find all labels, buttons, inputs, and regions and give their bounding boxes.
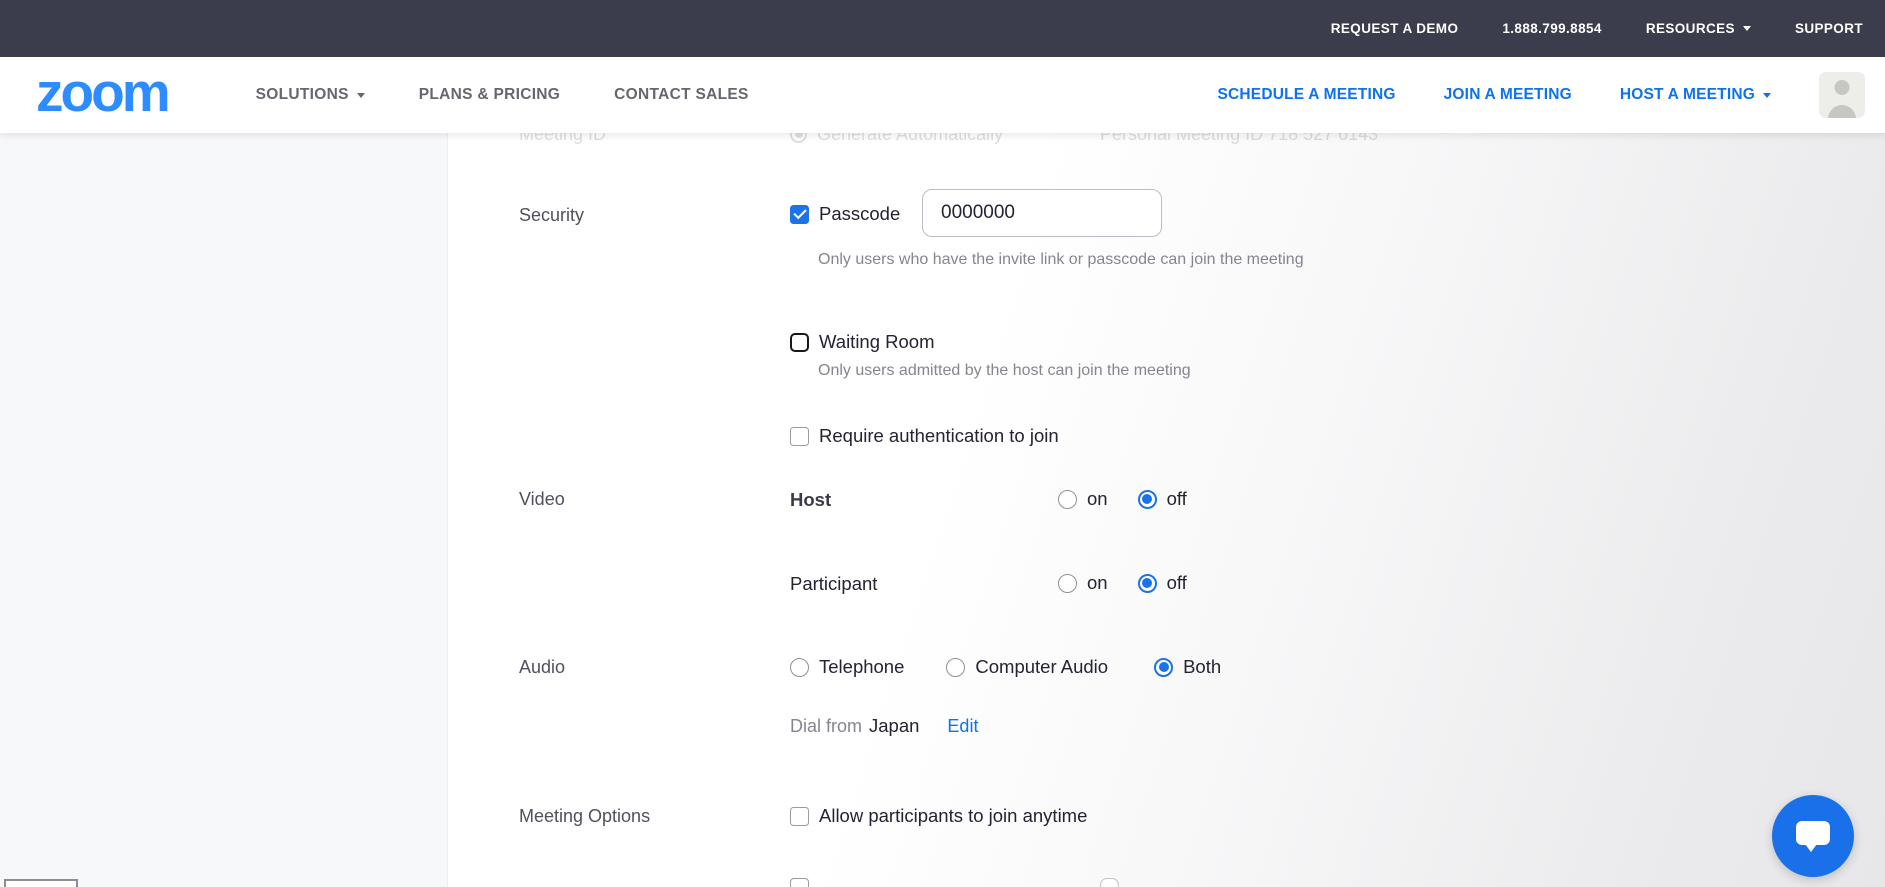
top-utility-bar: REQUEST A DEMO 1.888.799.8854 RESOURCES …	[0, 0, 1885, 57]
zoom-schedule-meeting-page: Meeting ID Generate Automatically Person…	[0, 0, 1885, 887]
waiting-room-label: Waiting Room	[819, 331, 935, 352]
video-participant-label: Participant	[790, 573, 878, 594]
participant-video-on-radio[interactable]	[1058, 573, 1077, 593]
video-participant-radios: on off	[1058, 572, 1187, 594]
user-avatar[interactable]	[1819, 72, 1865, 118]
waiting-room-checkbox[interactable]	[790, 332, 809, 352]
phone-number-label: 1.888.799.8854	[1502, 21, 1602, 36]
chevron-down-icon	[1763, 92, 1771, 98]
phone-number-link[interactable]: 1.888.799.8854	[1502, 21, 1601, 36]
nav-schedule-a-meeting[interactable]: SCHEDULE A MEETING	[1217, 86, 1395, 104]
nav-solutions[interactable]: SOLUTIONS	[256, 86, 365, 104]
audio-computer-radio[interactable]	[946, 657, 966, 677]
passcode-help-text: Only users who have the invite link or p…	[818, 251, 1304, 268]
schedule-a-meeting-label: SCHEDULE A MEETING	[1217, 86, 1396, 103]
support-label: SUPPORT	[1794, 21, 1863, 36]
participant-video-off-label: off	[1166, 572, 1187, 593]
zoom-logo[interactable]: zoom	[36, 64, 171, 120]
contact-sales-label: CONTACT SALES	[614, 86, 749, 103]
audio-telephone-radio[interactable]	[790, 657, 809, 677]
video-host-radios: on off	[1058, 488, 1187, 510]
left-gutter-panel	[0, 133, 448, 887]
passcode-checkbox[interactable]	[790, 204, 809, 224]
request-a-demo-label: REQUEST A DEMO	[1330, 21, 1459, 36]
security-section-label: Security	[519, 205, 585, 225]
support-link[interactable]: SUPPORT	[1795, 21, 1863, 36]
nav-plans-pricing[interactable]: PLANS & PRICING	[419, 86, 560, 104]
join-anytime-label: Allow participants to join anytime	[819, 805, 1088, 826]
chat-support-button[interactable]	[1772, 795, 1854, 877]
person-icon	[1834, 80, 1850, 95]
chevron-down-icon	[356, 92, 365, 98]
join-anytime-checkbox[interactable]	[790, 806, 809, 826]
host-video-on-radio[interactable]	[1058, 489, 1077, 509]
meeting-options-section-label: Meeting Options	[519, 806, 651, 826]
audio-computer-label: Computer Audio	[975, 656, 1109, 677]
resources-label: RESOURCES	[1645, 21, 1735, 36]
nav-host-a-meeting[interactable]: HOST A MEETING	[1620, 86, 1771, 104]
edit-dial-in-link[interactable]: Edit	[947, 716, 978, 737]
nav-left-links: SOLUTIONS PLANS & PRICING CONTACT SALES	[256, 86, 749, 104]
dial-from-row: Dial from Japan Edit	[790, 715, 978, 737]
audio-both-radio[interactable]	[1154, 657, 1174, 677]
participant-video-off-radio[interactable]	[1137, 573, 1157, 593]
waiting-room-help-text: Only users admitted by the host can join…	[818, 362, 1191, 379]
person-icon	[1828, 105, 1856, 118]
nav-contact-sales[interactable]: CONTACT SALES	[614, 86, 749, 104]
join-a-meeting-label: JOIN A MEETING	[1443, 86, 1572, 103]
video-section-label: Video	[519, 489, 565, 509]
video-host-label: Host	[790, 489, 832, 510]
host-video-off-radio[interactable]	[1137, 489, 1157, 509]
require-authentication-label: Require authentication to join	[819, 425, 1059, 446]
dial-from-label: Dial from	[790, 715, 863, 736]
solutions-label: SOLUTIONS	[255, 86, 349, 103]
passcode-label: Passcode	[819, 203, 901, 224]
chat-bubble-icon	[1796, 821, 1830, 852]
passcode-input[interactable]	[922, 189, 1162, 237]
audio-section-label: Audio	[519, 657, 566, 677]
host-a-meeting-label: HOST A MEETING	[1619, 86, 1755, 103]
request-a-demo-link[interactable]: REQUEST A DEMO	[1331, 21, 1459, 36]
cutoff-checkbox[interactable]	[790, 878, 809, 887]
plans-pricing-label: PLANS & PRICING	[418, 86, 561, 103]
nav-join-a-meeting[interactable]: JOIN A MEETING	[1444, 86, 1572, 104]
participant-video-on-label: on	[1087, 572, 1108, 593]
cutoff-radio[interactable]	[1100, 878, 1119, 887]
audio-radios: Telephone Computer Audio Both	[790, 656, 1221, 678]
cutoff-corner-box	[4, 879, 78, 887]
chevron-down-icon	[1742, 26, 1751, 31]
audio-telephone-label: Telephone	[819, 656, 905, 677]
nav-right-links: SCHEDULE A MEETING JOIN A MEETING HOST A…	[1217, 72, 1865, 118]
passcode-row: Passcode	[790, 203, 900, 225]
waiting-room-row: Waiting Room	[790, 331, 935, 353]
resources-menu[interactable]: RESOURCES	[1646, 21, 1751, 36]
host-video-on-label: on	[1087, 488, 1108, 509]
main-navbar: zoom SOLUTIONS PLANS & PRICING CONTACT S…	[0, 57, 1885, 133]
join-anytime-row: Allow participants to join anytime	[790, 805, 1087, 827]
require-authentication-checkbox[interactable]	[790, 426, 809, 446]
host-video-off-label: off	[1166, 488, 1187, 509]
dial-from-country: Japan	[869, 715, 920, 736]
require-auth-row: Require authentication to join	[790, 425, 1059, 447]
audio-both-label: Both	[1183, 656, 1222, 677]
